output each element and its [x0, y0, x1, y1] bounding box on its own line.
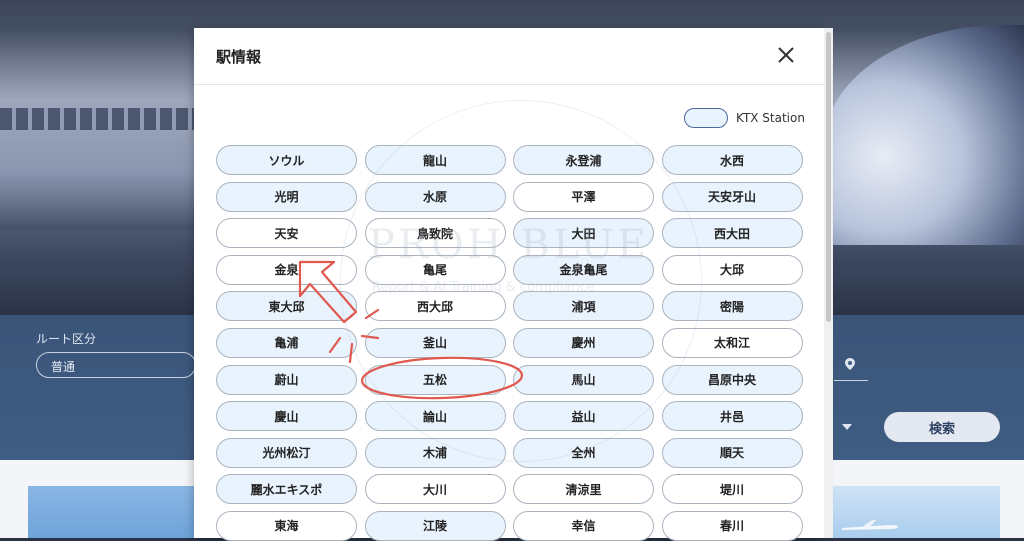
modal-title: 駅情報: [216, 48, 262, 66]
station-button[interactable]: 木浦: [364, 437, 506, 468]
station-grid: ソウル 龍山 永登浦 水西 光明 水原 平澤 天安牙山 天安 鳥致院 大田 西大田 金泉 亀尾 金泉亀尾 大邱…: [216, 145, 803, 541]
station-button[interactable]: 密陽: [661, 291, 803, 322]
chevron-down-icon[interactable]: [842, 424, 852, 430]
station-button[interactable]: 昌原中央: [661, 364, 803, 395]
route-type-label: ルート区分: [36, 332, 97, 346]
station-button[interactable]: 平澤: [513, 181, 654, 212]
modal-header: 駅情報: [194, 28, 824, 85]
route-type-select[interactable]: 普通: [36, 352, 196, 378]
station-button[interactable]: 順天: [661, 437, 803, 468]
station-button[interactable]: 水西: [661, 145, 803, 175]
station-button[interactable]: 馬山: [513, 364, 654, 395]
ktx-legend: KTX Station: [684, 108, 805, 128]
station-button[interactable]: 益山: [513, 401, 654, 432]
station-button[interactable]: 西大邱: [364, 291, 506, 322]
station-button[interactable]: 天安牙山: [661, 181, 803, 212]
search-button[interactable]: 検索: [884, 412, 1000, 442]
station-button[interactable]: 光州松汀: [216, 437, 357, 468]
station-button[interactable]: 井邑: [661, 401, 803, 432]
station-button[interactable]: 西大田: [661, 218, 803, 249]
station-button[interactable]: 光明: [216, 181, 357, 212]
station-button[interactable]: 浦項: [513, 291, 654, 322]
modal-scrollbar[interactable]: [824, 28, 833, 538]
ktx-legend-label: KTX Station: [736, 111, 805, 125]
station-button[interactable]: 大邱: [661, 254, 803, 285]
station-button[interactable]: 東大邱: [216, 291, 357, 322]
station-button[interactable]: 全州: [513, 437, 654, 468]
station-button[interactable]: 大田: [513, 218, 654, 249]
station-button[interactable]: 堤川: [661, 474, 803, 505]
station-button[interactable]: 幸信: [513, 510, 654, 541]
station-button[interactable]: 亀浦: [216, 327, 357, 358]
station-button[interactable]: 蔚山: [216, 364, 357, 395]
close-icon[interactable]: [776, 45, 796, 65]
station-button[interactable]: 慶州: [513, 327, 654, 358]
station-info-modal: 駅情報 KTX Station ソウル 龍山 永登浦 水西光明 水原 平澤 天安牙山天安 鳥致…: [194, 28, 824, 541]
scrollbar-thumb[interactable]: [826, 32, 831, 322]
destination-field-underline: [834, 380, 868, 381]
station-button[interactable]: 金泉亀尾: [513, 254, 654, 285]
station-button[interactable]: ソウル: [216, 145, 357, 175]
station-button[interactable]: 太和江: [661, 327, 803, 358]
station-button[interactable]: 龍山: [364, 145, 506, 175]
ktx-legend-swatch: [684, 108, 728, 128]
station-button[interactable]: 清涼里: [513, 474, 654, 505]
station-button[interactable]: 永登浦: [513, 145, 654, 175]
station-button[interactable]: 論山: [364, 401, 506, 432]
station-button[interactable]: 天安: [216, 218, 357, 249]
station-button[interactable]: 水原: [364, 181, 506, 212]
station-button[interactable]: 麗水エキスポ: [216, 474, 357, 505]
airplane-icon: [842, 520, 898, 530]
station-button[interactable]: 慶山: [216, 401, 357, 432]
banner-image-left[interactable]: [28, 486, 198, 538]
station-button[interactable]: 春川: [661, 510, 803, 541]
station-button[interactable]: 五松: [364, 364, 506, 395]
location-pin-icon[interactable]: [843, 357, 857, 371]
station-button[interactable]: 釜山: [364, 327, 506, 358]
station-button[interactable]: 鳥致院: [364, 218, 506, 249]
station-button[interactable]: 大川: [364, 474, 506, 505]
station-button[interactable]: 金泉: [216, 254, 357, 285]
station-button[interactable]: 亀尾: [364, 254, 506, 285]
station-button[interactable]: 東海: [216, 510, 357, 541]
station-button[interactable]: 江陵: [364, 510, 506, 541]
train-windows: [0, 108, 200, 130]
